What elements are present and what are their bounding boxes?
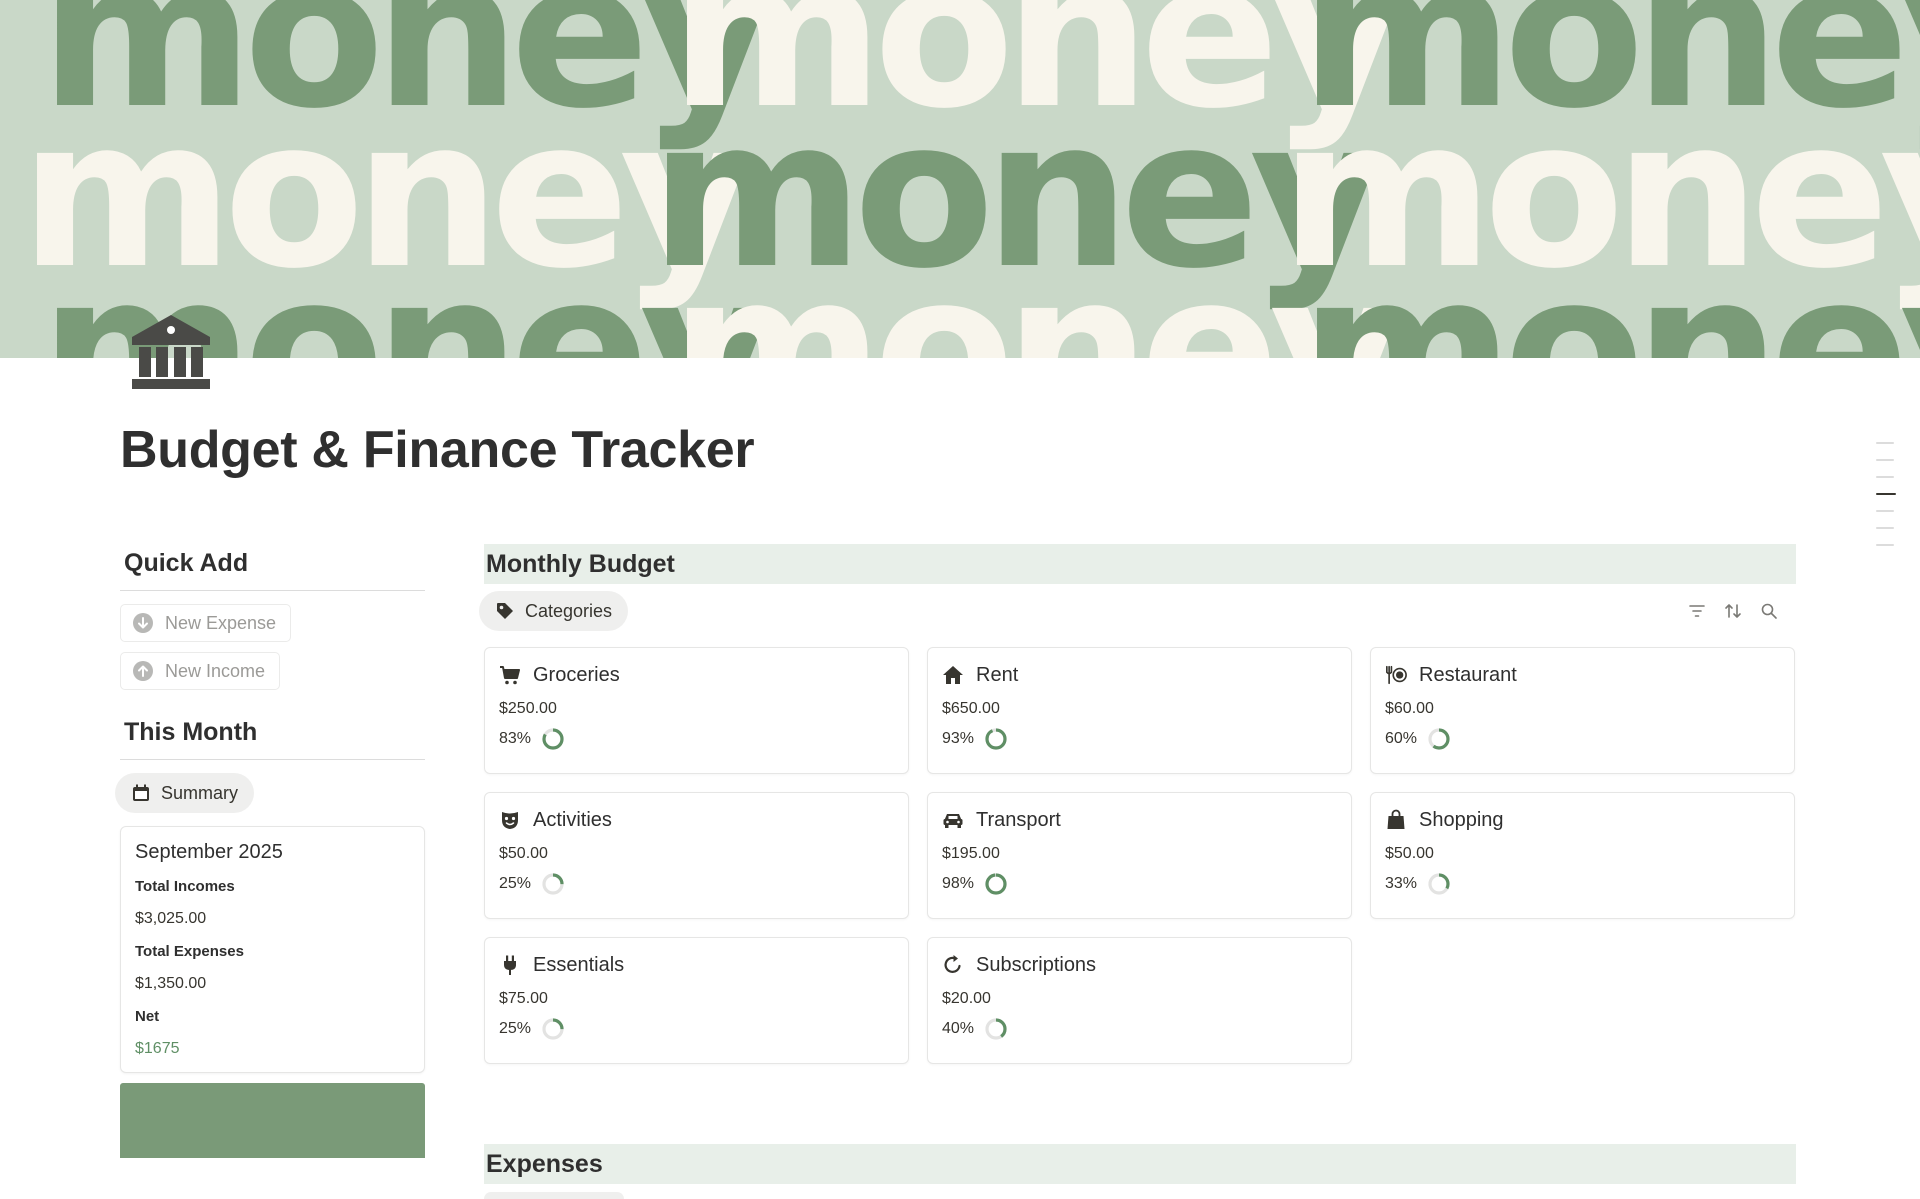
category-name: Groceries — [533, 663, 620, 686]
page-title: Budget & Finance Tracker — [120, 421, 755, 479]
category-card-restaurant[interactable]: Restaurant $60.00 60% — [1370, 647, 1795, 774]
progress-ring — [542, 873, 564, 895]
shopping-bag-icon — [1385, 809, 1407, 831]
utensils-icon — [1385, 664, 1407, 686]
outline-item-active[interactable] — [1876, 493, 1896, 495]
expenses-section: Expenses — [484, 1144, 1796, 1184]
category-percent: 60% — [1385, 730, 1418, 747]
category-card-groceries[interactable]: Groceries $250.00 83% — [484, 647, 909, 774]
divider — [120, 590, 425, 591]
category-name: Transport — [976, 808, 1061, 831]
cover-image: money money money money money money mone… — [0, 0, 1920, 358]
category-card-subscriptions[interactable]: Subscriptions $20.00 40% — [927, 937, 1352, 1064]
month-summary-card[interactable]: September 2025 Total Incomes $3,025.00 T… — [120, 826, 425, 1073]
category-name: Restaurant — [1419, 663, 1517, 686]
category-name: Activities — [533, 808, 612, 831]
monthly-budget-heading: Monthly Budget — [484, 544, 1796, 584]
category-percent: 98% — [942, 875, 975, 892]
expenses-heading: Expenses — [484, 1144, 1796, 1184]
progress-ring — [985, 1018, 1007, 1040]
category-percent: 25% — [499, 875, 532, 892]
this-month-heading: This Month — [124, 718, 258, 746]
calendar-icon — [133, 784, 149, 801]
expenses-view-tab[interactable] — [484, 1192, 624, 1199]
total-expenses-value: $1,350.00 — [135, 975, 207, 992]
progress-ring — [1428, 728, 1450, 750]
tab-categories-label: Categories — [525, 600, 613, 621]
new-expense-button[interactable]: New Expense — [120, 604, 292, 642]
cover-word: money — [670, 231, 1399, 358]
tab-summary[interactable]: Summary — [115, 773, 255, 813]
category-amount: $50.00 — [1385, 845, 1434, 862]
tab-summary-label: Summary — [161, 782, 239, 803]
new-income-button[interactable]: New Income — [120, 652, 281, 690]
arrow-down-circle-icon — [133, 613, 153, 633]
mask-icon — [499, 809, 521, 831]
category-percent: 25% — [499, 1020, 532, 1037]
quick-add-heading: Quick Add — [124, 549, 249, 577]
category-amount: $195.00 — [942, 845, 1000, 862]
progress-ring — [1428, 873, 1450, 895]
net-value: $1675 — [135, 1040, 180, 1057]
plug-icon — [499, 954, 521, 976]
category-amount: $75.00 — [499, 990, 548, 1007]
category-card-rent[interactable]: Rent $650.00 93% — [927, 647, 1352, 774]
cover-word: money — [1300, 231, 1920, 358]
category-amount: $50.00 — [499, 845, 548, 862]
category-gallery: Groceries $250.00 83% Rent $650.00 93% R… — [484, 647, 1796, 1064]
category-card-activities[interactable]: Activities $50.00 25% — [484, 792, 909, 919]
category-amount: $650.00 — [942, 700, 1000, 717]
new-income-label: New Income — [165, 660, 266, 681]
category-card-shopping[interactable]: Shopping $50.00 33% — [1370, 792, 1795, 919]
category-amount: $60.00 — [1385, 700, 1434, 717]
summary-month: September 2025 — [135, 841, 283, 863]
outline-item[interactable] — [1876, 510, 1894, 512]
category-name: Essentials — [533, 953, 625, 976]
total-expenses-label: Total Expenses — [135, 943, 244, 960]
category-card-transport[interactable]: Transport $195.00 98% — [927, 792, 1352, 919]
progress-ring — [985, 728, 1007, 750]
category-name: Rent — [976, 663, 1019, 686]
page-outline[interactable] — [1876, 442, 1896, 561]
outline-item[interactable] — [1876, 442, 1894, 444]
sort-icon[interactable] — [1724, 602, 1742, 620]
progress-ring-fill — [985, 728, 1007, 750]
category-percent: 93% — [942, 730, 975, 747]
category-card-essentials[interactable]: Essentials $75.00 25% — [484, 937, 909, 1064]
divider — [120, 759, 425, 760]
total-incomes-label: Total Incomes — [135, 878, 235, 895]
refresh-icon — [942, 954, 964, 976]
left-column: Quick Add New Expense New Income This Mo… — [115, 545, 425, 1158]
outline-item[interactable] — [1876, 476, 1894, 478]
outline-item[interactable] — [1876, 544, 1894, 546]
monthly-budget-section: Monthly Budget Categories Groceries $250… — [479, 544, 1796, 1064]
view-toolbar: Categories — [479, 591, 1796, 631]
category-name: Shopping — [1419, 808, 1504, 831]
progress-ring — [542, 1018, 564, 1040]
bank-icon[interactable] — [130, 313, 212, 391]
progress-ring — [542, 728, 564, 750]
category-name: Subscriptions — [976, 953, 1097, 976]
category-percent: 40% — [942, 1020, 975, 1037]
arrow-up-circle-icon — [133, 661, 153, 681]
new-expense-label: New Expense — [165, 612, 277, 633]
outline-item[interactable] — [1876, 459, 1894, 461]
tag-icon — [497, 603, 513, 619]
total-incomes-value: $3,025.00 — [135, 910, 207, 927]
progress-ring — [985, 873, 1007, 895]
net-label: Net — [135, 1008, 160, 1025]
filter-icon[interactable] — [1688, 602, 1706, 620]
car-icon — [942, 809, 964, 831]
green-block — [120, 1083, 425, 1158]
category-amount: $20.00 — [942, 990, 991, 1007]
search-icon[interactable] — [1760, 602, 1778, 620]
cart-icon — [499, 664, 521, 686]
tab-categories[interactable]: Categories — [479, 591, 629, 631]
category-amount: $250.00 — [499, 700, 557, 717]
progress-ring-fill — [985, 873, 1007, 895]
category-percent: 83% — [499, 730, 532, 747]
outline-item[interactable] — [1876, 527, 1894, 529]
category-percent: 33% — [1385, 875, 1418, 892]
house-icon — [942, 664, 964, 686]
